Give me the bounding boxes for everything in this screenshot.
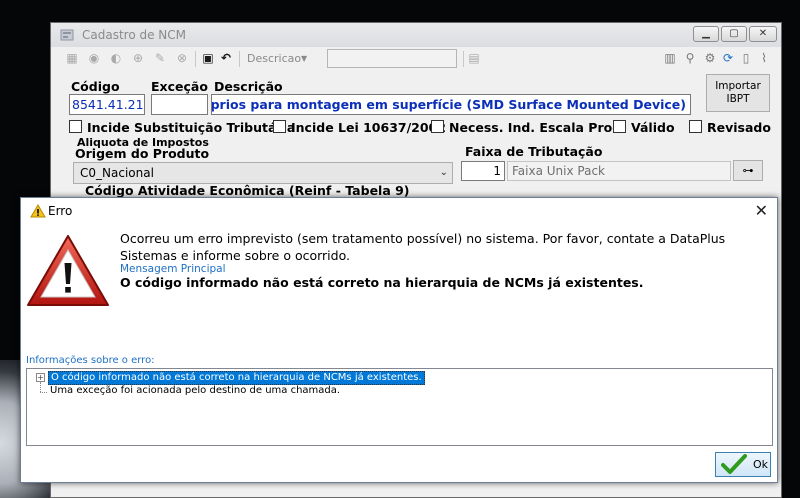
tree-connector xyxy=(40,392,47,393)
excecao-input[interactable] xyxy=(151,94,208,115)
checkbox-box[interactable] xyxy=(69,120,82,133)
tree-connector xyxy=(40,382,41,392)
chevron-down-icon[interactable]: ▼ xyxy=(301,54,307,63)
checkbox-box[interactable] xyxy=(431,120,444,133)
toolbar-separator xyxy=(195,51,196,67)
excecao-label: Exceção xyxy=(151,79,208,94)
faixa-description: Faixa Unix Pack xyxy=(507,161,731,181)
origem-value: C0_Nacional xyxy=(80,166,154,180)
gear-icon[interactable]: ⚙ xyxy=(703,51,717,65)
edit-icon[interactable]: ✎ xyxy=(153,51,167,65)
window-title: Cadastro de NCM xyxy=(82,28,187,42)
refresh-icon[interactable]: ⟳ xyxy=(721,51,735,65)
checkbox-necess-ind[interactable]: Necess. Ind. Escala Prod. xyxy=(431,120,626,136)
main-message: O código informado não está correto na h… xyxy=(120,275,644,290)
toolbar-separator xyxy=(463,51,464,67)
window-titlebar[interactable]: Cadastro de NCM ▁ ▢ ✕ xyxy=(51,23,781,47)
close-icon: ✕ xyxy=(758,28,768,39)
faixa-search-button[interactable]: ⊶ xyxy=(733,160,763,181)
tree-item-selected[interactable]: O código informado não está correto na h… xyxy=(48,371,425,385)
error-message: Ocorreu um erro imprevisto (sem tratamen… xyxy=(120,231,726,263)
error-info-label: Informações sobre o erro: xyxy=(26,355,155,366)
warning-icon xyxy=(30,204,46,218)
minimize-icon: ▁ xyxy=(702,28,710,39)
dialog-body: Ocorreu um erro imprevisto (sem tratamen… xyxy=(21,224,777,482)
ok-label: Ok xyxy=(753,458,769,471)
toolbar: ▦ ◉ ◐ ⊕ ✎ ⊗ ▣ ↶ Descricao ▼ ▤ ▥ ⚲ ⚙ ⟳ ▯ … xyxy=(57,48,775,70)
main-message-label: Mensagem Principal xyxy=(120,263,226,275)
error-dialog: Erro ✕ Ocorreu um erro imprevisto (sem t… xyxy=(20,197,778,483)
codigo-label: Código xyxy=(71,79,120,94)
ok-button[interactable]: Ok xyxy=(715,452,771,477)
checkmark-icon xyxy=(721,454,747,474)
search-field-dropdown[interactable]: Descricao xyxy=(247,52,301,65)
search-icon[interactable]: ⚲ xyxy=(683,51,697,65)
origem-label: Origem do Produto xyxy=(75,146,210,161)
minimize-button[interactable]: ▁ xyxy=(693,26,719,42)
checkbox-box[interactable] xyxy=(689,120,702,133)
calculator-icon[interactable]: ▤ xyxy=(467,51,481,65)
maximize-icon: ▢ xyxy=(729,28,739,39)
descricao-input[interactable]: os laser, próprios para montagem em supe… xyxy=(211,94,691,115)
checkbox-label: Válido xyxy=(631,120,675,135)
binoculars-icon: ⊶ xyxy=(742,164,754,177)
checkbox-incide-st[interactable]: Incide Substituição Tributária xyxy=(69,120,295,136)
undo-icon[interactable]: ↶ xyxy=(219,51,233,65)
checkbox-incide-lei[interactable]: Incide Lei 10637/2002 xyxy=(273,120,446,136)
error-tree[interactable]: + O código informado não está correto na… xyxy=(26,368,773,446)
toolbar-separator xyxy=(239,51,240,67)
checkbox-box[interactable] xyxy=(613,120,626,133)
checkbox-label: Revisado xyxy=(707,120,771,135)
expand-icon[interactable]: + xyxy=(36,373,45,382)
importar-ibpt-button[interactable]: Importar IBPT xyxy=(706,74,770,112)
checkbox-label: Necess. Ind. Escala Prod. xyxy=(449,120,626,135)
codigo-input[interactable]: 8541.41.21 xyxy=(69,94,145,115)
checkbox-revisado[interactable]: Revisado xyxy=(689,120,771,136)
dialog-close-icon[interactable]: ✕ xyxy=(755,201,768,220)
app-icon xyxy=(60,29,74,41)
new-icon[interactable]: ▦ xyxy=(65,51,79,65)
open-icon[interactable]: ◐ xyxy=(109,51,123,65)
error-triangle-icon xyxy=(27,235,109,306)
codigo-atividade-label: Código Atividade Econômica (Reinf - Tabe… xyxy=(85,183,410,198)
close-button[interactable]: ✕ xyxy=(749,26,777,42)
checkbox-box[interactable] xyxy=(273,120,286,133)
faixa-label: Faixa de Tributação xyxy=(465,144,603,159)
checkbox-valido[interactable]: Válido xyxy=(613,120,675,136)
delete-icon[interactable]: ⊗ xyxy=(175,51,189,65)
checkbox-label: Incide Lei 10637/2002 xyxy=(291,120,446,135)
dialog-titlebar[interactable]: Erro ✕ xyxy=(21,198,777,224)
copy-icon[interactable]: ◉ xyxy=(87,51,101,65)
maximize-button[interactable]: ▢ xyxy=(721,26,747,42)
checkbox-label: Incide Substituição Tributária xyxy=(87,120,296,135)
save-icon[interactable]: ▣ xyxy=(201,51,215,65)
descricao-label: Descrição xyxy=(214,79,283,94)
faixa-number-input[interactable]: 1 xyxy=(461,161,505,181)
report-icon[interactable]: ▥ xyxy=(663,51,677,65)
origem-select[interactable]: C0_Nacional ⌄ xyxy=(73,162,453,184)
chevron-down-icon: ⌄ xyxy=(439,167,448,178)
broom-icon[interactable]: ⌇ xyxy=(757,51,771,65)
print-icon[interactable]: ⊕ xyxy=(131,51,145,65)
search-input[interactable] xyxy=(327,49,457,68)
document-icon[interactable]: ▯ xyxy=(739,51,753,65)
tree-item[interactable]: Uma exceção foi acionada pelo destino de… xyxy=(48,385,342,397)
dialog-title: Erro xyxy=(48,204,73,218)
